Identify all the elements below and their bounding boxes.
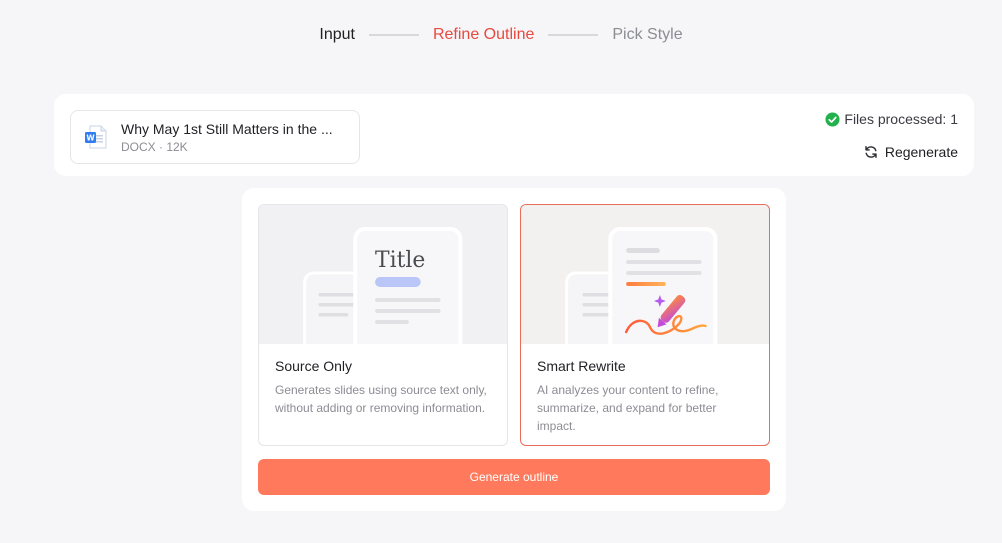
progress-stepper: Input Refine Outline Pick Style	[0, 24, 1002, 46]
file-name: Why May 1st Still Matters in the ...	[121, 121, 333, 137]
illustration-title-text: Title	[375, 248, 425, 273]
step-connector	[548, 34, 599, 36]
file-card[interactable]: W Why May 1st Still Matters in the ... D…	[70, 110, 360, 164]
files-processed-label: Files processed: 1	[844, 111, 958, 127]
step-pick-style[interactable]: Pick Style	[612, 26, 682, 44]
file-bar: W Why May 1st Still Matters in the ... D…	[54, 94, 974, 176]
refresh-icon	[865, 146, 877, 158]
option-source-only[interactable]: Title Source Only Generates slides using…	[258, 204, 508, 446]
option-title: Source Only	[275, 358, 353, 374]
option-smart-rewrite[interactable]: Smart Rewrite AI analyzes your content t…	[520, 204, 770, 446]
regenerate-button[interactable]: Regenerate	[864, 144, 958, 160]
outline-mode-panel: Title Source Only Generates slides using…	[242, 188, 786, 511]
step-refine-outline[interactable]: Refine Outline	[433, 26, 534, 44]
check-circle-icon	[825, 111, 840, 127]
files-processed-status: Files processed: 1	[825, 111, 958, 127]
file-meta: DOCX · 12K	[121, 140, 188, 154]
regenerate-label: Regenerate	[884, 144, 958, 160]
svg-text:W: W	[86, 134, 95, 143]
generate-outline-button[interactable]: Generate outline	[258, 459, 770, 495]
source-only-illustration: Title	[259, 205, 507, 344]
option-description: Generates slides using source text only,…	[275, 383, 487, 415]
step-input[interactable]: Input	[319, 26, 355, 44]
step-connector	[368, 34, 419, 36]
option-description: AI analyzes your content to refine, summ…	[537, 383, 719, 433]
option-title: Smart Rewrite	[537, 358, 626, 374]
smart-rewrite-illustration	[521, 205, 769, 344]
word-doc-icon: W	[85, 125, 107, 149]
